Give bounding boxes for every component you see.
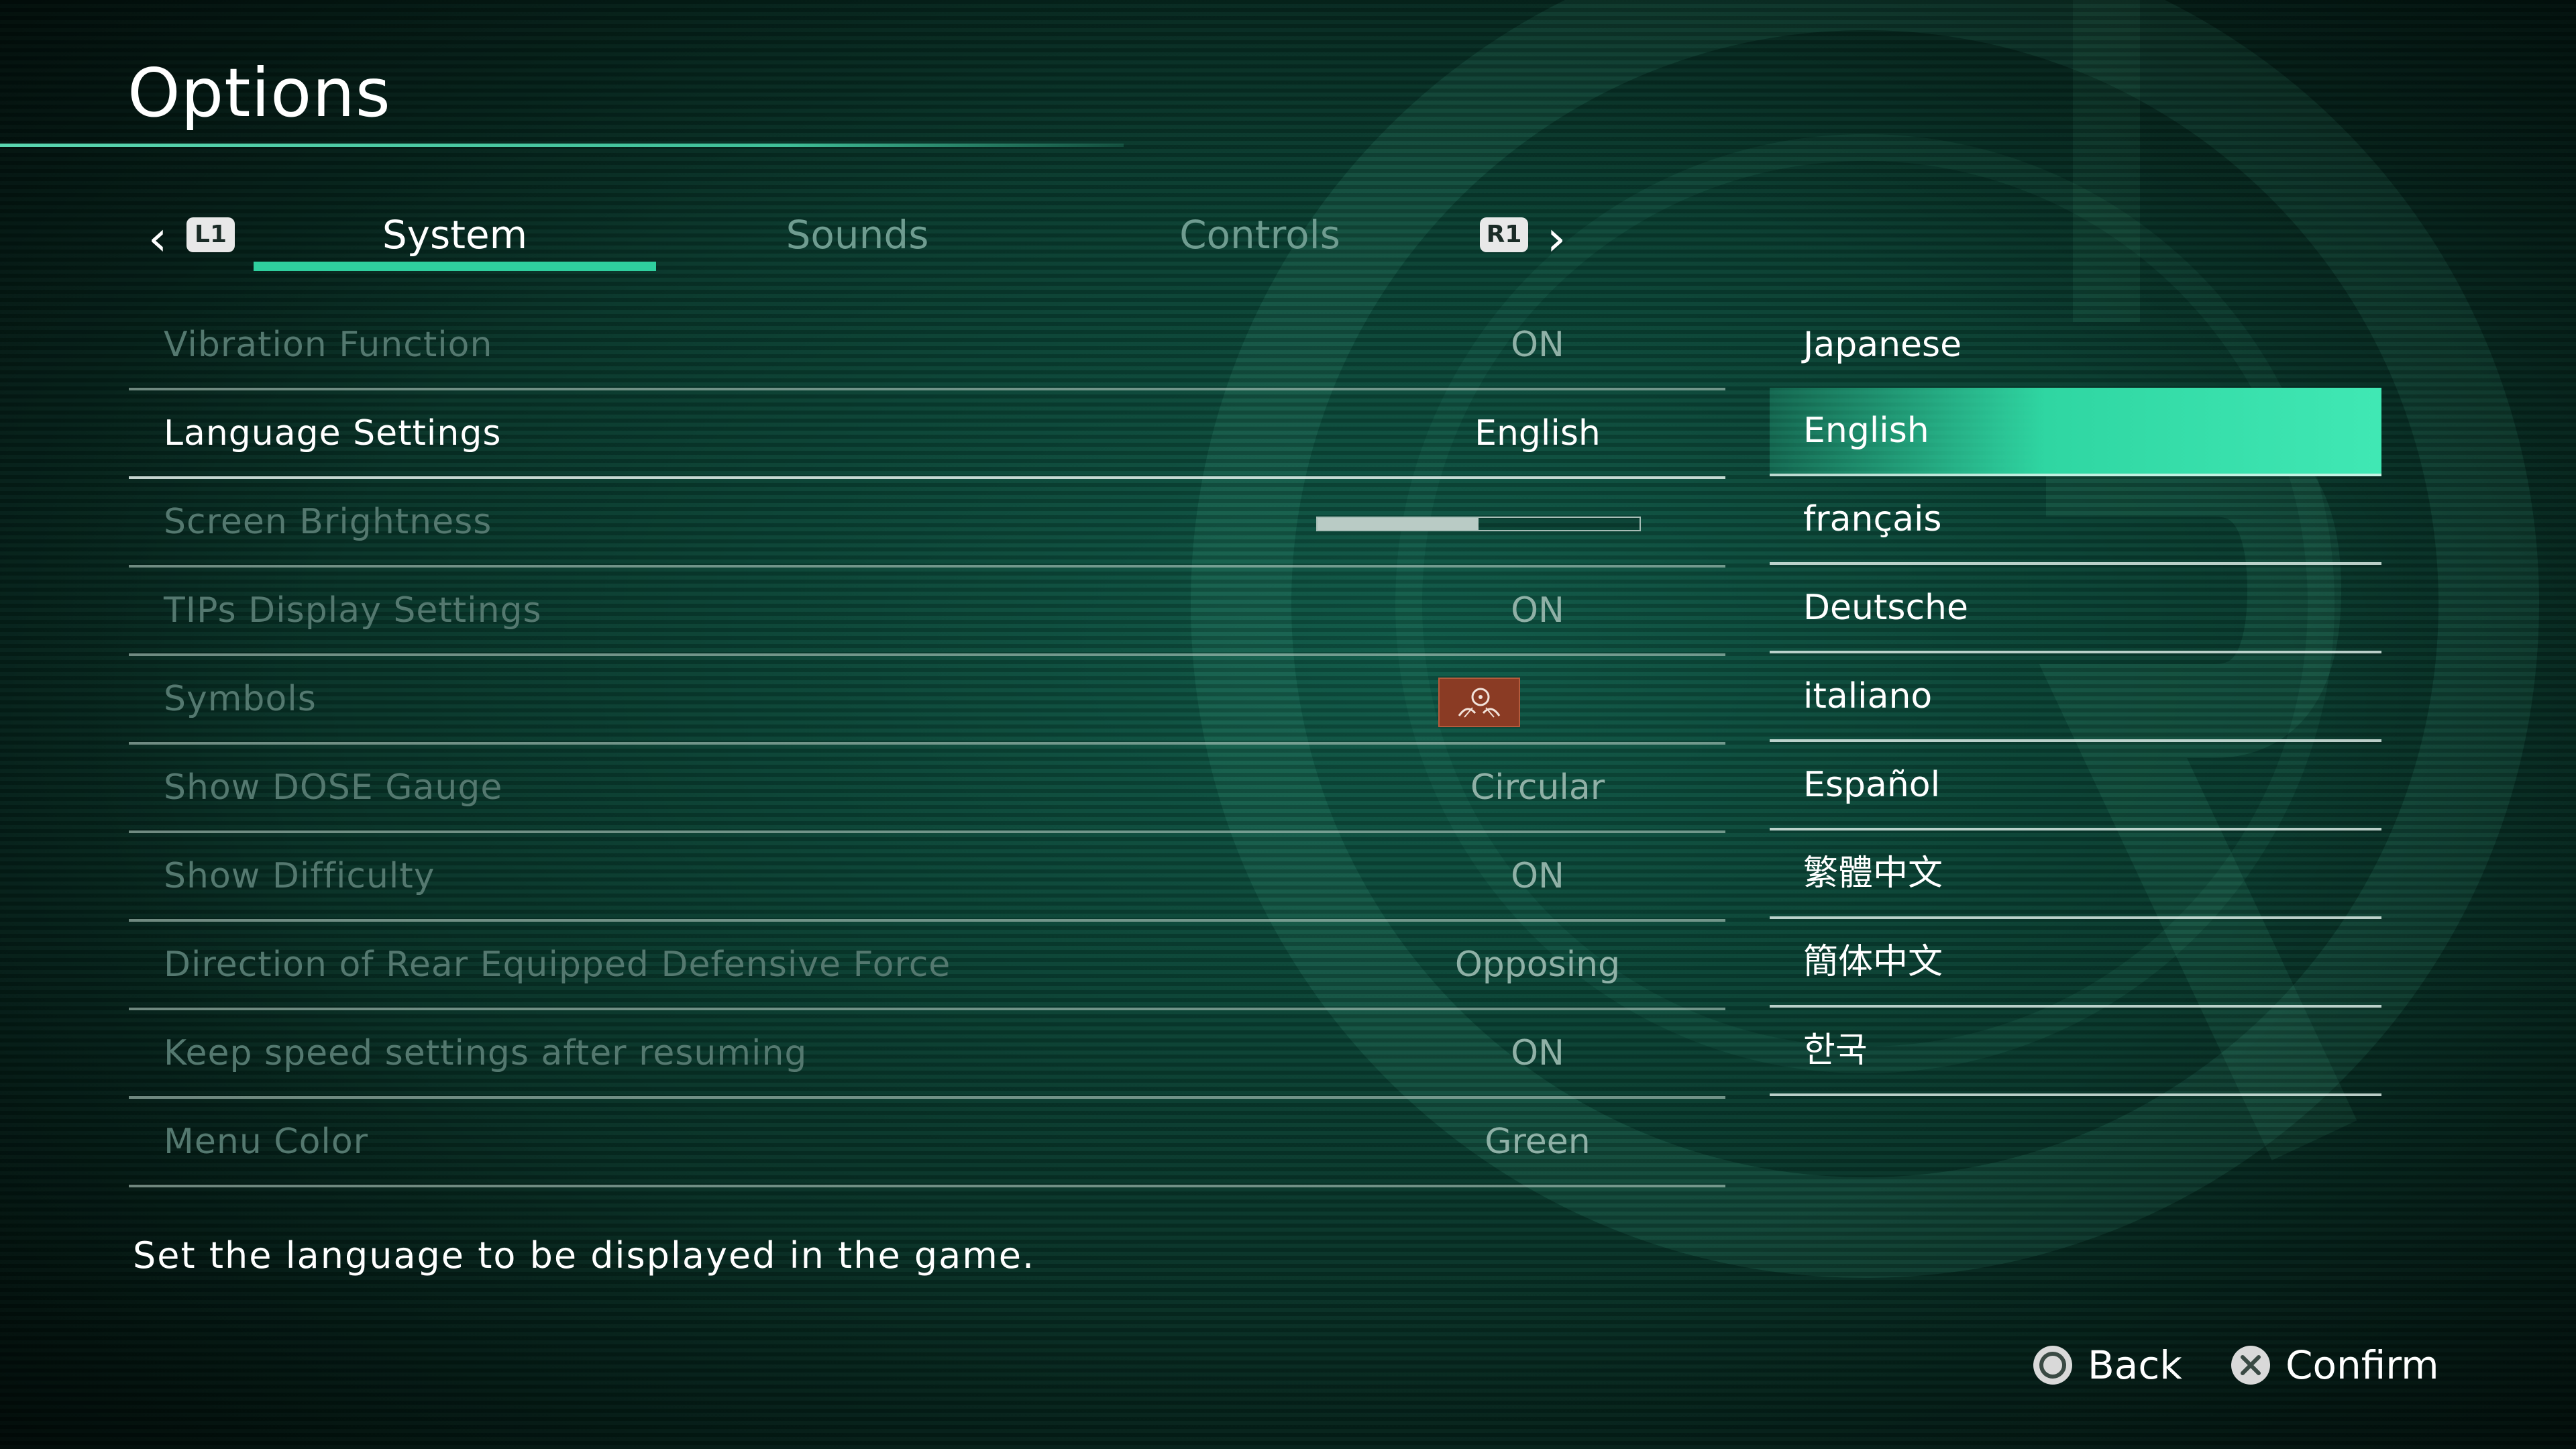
- language-option[interactable]: Español: [1770, 742, 2381, 830]
- language-option[interactable]: Deutsche: [1770, 565, 2381, 653]
- setting-row-menu-color[interactable]: Menu Color Green: [129, 1099, 1725, 1187]
- language-option[interactable]: Japanese: [1770, 302, 2381, 388]
- confirm-prompt[interactable]: Confirm: [2229, 1335, 2439, 1395]
- tab-system[interactable]: System: [254, 208, 656, 262]
- setting-value: Opposing: [1454, 945, 1621, 985]
- settings-list: Vibration Function ON Language Settings …: [129, 302, 1725, 1187]
- tab-controls[interactable]: Controls: [1059, 208, 1461, 262]
- language-option-label: Deutsche: [1803, 588, 1969, 628]
- setting-label: Direction of Rear Equipped Defensive For…: [164, 945, 951, 985]
- brightness-slider-fill: [1318, 518, 1479, 530]
- setting-row-language[interactable]: Language Settings English: [129, 390, 1725, 479]
- setting-row-tips[interactable]: TIPs Display Settings ON: [129, 568, 1725, 656]
- back-label: Back: [2088, 1342, 2182, 1388]
- setting-value: ON: [1511, 590, 1564, 631]
- language-dropdown: Japanese English français Deutsche itali…: [1770, 302, 2381, 1096]
- language-option[interactable]: 한국: [1770, 1008, 2381, 1096]
- setting-value: Green: [1485, 1122, 1591, 1162]
- back-prompt[interactable]: Back: [2031, 1335, 2182, 1395]
- language-option-label: 繁體中文: [1803, 853, 1943, 894]
- language-option-label: italiano: [1803, 676, 1933, 716]
- setting-label: Menu Color: [164, 1122, 369, 1162]
- language-option[interactable]: français: [1770, 476, 2381, 565]
- language-option-label: 簡体中文: [1803, 942, 1943, 982]
- r1-button-icon[interactable]: R1: [1480, 217, 1528, 252]
- tab-bar: ‹ L1 System Sounds Controls R1 ›: [0, 201, 1610, 275]
- setting-row-keep-speed[interactable]: Keep speed settings after resuming ON: [129, 1010, 1725, 1099]
- language-option[interactable]: italiano: [1770, 653, 2381, 742]
- symbol-emblem-icon: [1438, 678, 1520, 727]
- setting-row-symbols[interactable]: Symbols: [129, 656, 1725, 745]
- circle-button-icon: [2033, 1346, 2072, 1385]
- help-description: Set the language to be displayed in the …: [133, 1234, 1036, 1277]
- setting-label: Keep speed settings after resuming: [164, 1033, 808, 1073]
- chevron-right-icon[interactable]: ›: [1536, 214, 1576, 262]
- setting-value: Circular: [1470, 767, 1605, 808]
- tab-sounds[interactable]: Sounds: [656, 208, 1059, 262]
- language-option-label: English: [1803, 411, 1929, 451]
- setting-label: Symbols: [164, 679, 317, 719]
- setting-value: ON: [1511, 325, 1564, 365]
- setting-row-difficulty[interactable]: Show Difficulty ON: [129, 833, 1725, 922]
- language-option[interactable]: 簡体中文: [1770, 919, 2381, 1008]
- language-option[interactable]: 繁體中文: [1770, 830, 2381, 919]
- setting-label: Screen Brightness: [164, 502, 492, 542]
- setting-label: Vibration Function: [164, 325, 493, 365]
- button-prompts: Back Confirm: [2031, 1335, 2447, 1395]
- language-option-label: Japanese: [1803, 325, 1962, 365]
- cross-button-icon: [2231, 1346, 2270, 1385]
- setting-value: ON: [1511, 1033, 1564, 1073]
- setting-row-dose-gauge[interactable]: Show DOSE Gauge Circular: [129, 745, 1725, 833]
- page-title: Options: [127, 54, 391, 132]
- setting-label: TIPs Display Settings: [164, 590, 542, 631]
- setting-row-rear-defense[interactable]: Direction of Rear Equipped Defensive For…: [129, 922, 1725, 1010]
- active-tab-indicator: [254, 262, 656, 271]
- setting-value: ON: [1511, 856, 1564, 896]
- l1-button-icon[interactable]: L1: [186, 217, 235, 252]
- setting-row-brightness[interactable]: Screen Brightness: [129, 479, 1725, 568]
- chevron-left-icon[interactable]: ‹: [138, 214, 178, 262]
- setting-value: English: [1474, 413, 1601, 453]
- setting-label: Show DOSE Gauge: [164, 767, 503, 808]
- confirm-label: Confirm: [2286, 1342, 2439, 1388]
- brightness-slider[interactable]: [1316, 517, 1641, 531]
- setting-label: Language Settings: [164, 413, 502, 453]
- language-option-label: français: [1803, 499, 1942, 539]
- language-option-label: Español: [1803, 765, 1941, 805]
- language-option-label: 한국: [1803, 1030, 1868, 1071]
- language-option-selected[interactable]: English: [1770, 388, 2381, 476]
- setting-row-vibration[interactable]: Vibration Function ON: [129, 302, 1725, 390]
- title-underline: [0, 144, 1124, 147]
- setting-label: Show Difficulty: [164, 856, 435, 896]
